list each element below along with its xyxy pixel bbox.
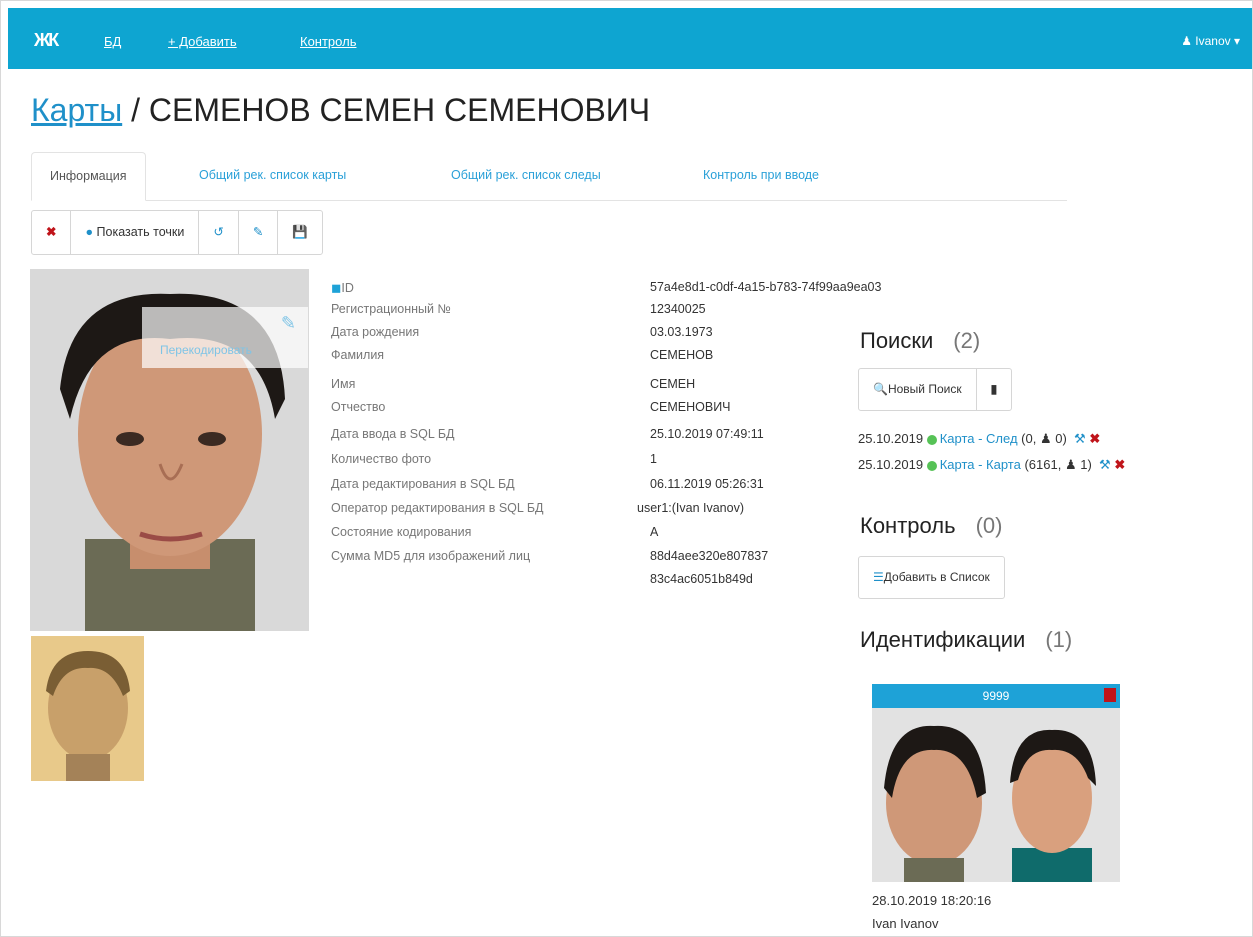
page-title: Карты / СЕМЕНОВ СЕМЕН СЕМЕНОВИЧ <box>31 92 650 129</box>
delete-search-icon[interactable]: ✖ <box>1089 431 1100 446</box>
info-label: Дата рождения <box>331 325 420 339</box>
app-logo[interactable]: ЖК <box>34 30 59 51</box>
recode-label: Перекодировать <box>160 343 252 357</box>
identifications-title: Идентификации (1) <box>860 627 1073 652</box>
info-value: СЕМЕНОВИЧ <box>650 400 731 414</box>
info-value: 1 <box>650 452 657 466</box>
search-match-count: 0) <box>1055 431 1067 446</box>
nav-control-link[interactable]: Контроль <box>300 34 356 49</box>
recode-button[interactable]: ✎ Перекодировать <box>142 307 308 368</box>
card-toolbar: ✖ ● Показать точки ↺ ✎ 💾 <box>31 210 323 255</box>
info-label: Дата редактирования в SQL БД <box>331 477 515 491</box>
info-value: 12340025 <box>650 302 706 316</box>
searches-title: Поиски (2) <box>860 328 981 353</box>
status-dot-icon <box>926 460 937 471</box>
tab-input-control[interactable]: Контроль при вводе <box>685 152 837 199</box>
edit-button[interactable]: ✎ <box>239 211 279 254</box>
new-search-button[interactable]: 🔍Новый Поиск <box>859 369 977 410</box>
info-label: Дата ввода в SQL БД <box>331 427 455 441</box>
search-match-count: 1) <box>1080 457 1092 472</box>
control-title: Контроль (0) <box>860 513 1003 538</box>
save-button[interactable]: 💾 <box>278 211 322 254</box>
identification-card[interactable]: 9999 <box>872 684 1120 882</box>
shield-icon: ◼ <box>331 281 342 295</box>
search-row: 25.10.2019 Карта - Карта (6161, ♟ 1) ⚒ ✖ <box>858 457 1125 473</box>
info-label: Отчество <box>331 400 386 414</box>
identification-faces <box>872 708 1120 882</box>
identification-date: 28.10.2019 18:20:16 <box>872 893 992 908</box>
info-value: 25.10.2019 07:49:11 <box>650 427 764 441</box>
info-label: Сумма MD5 для изображений лиц <box>331 549 531 563</box>
close-icon[interactable] <box>1104 688 1116 702</box>
history-button[interactable]: ↺ <box>199 211 239 254</box>
new-search-label: Новый Поиск <box>887 382 962 396</box>
show-points-button[interactable]: ● Показать точки <box>71 211 200 254</box>
tab-information[interactable]: Информация <box>31 152 146 201</box>
users-icon: ♟ <box>1039 431 1052 446</box>
info-value: user1:(Ivan Ivanov) <box>637 501 744 515</box>
eraser-button[interactable]: ▮ <box>977 369 1012 410</box>
add-to-list-label: Добавить в Список <box>883 570 990 584</box>
search-date: 25.10.2019 <box>858 457 924 472</box>
control-btn-group: ☰Добавить в Список <box>858 556 1005 599</box>
info-value: 88d4aee320e807837 <box>650 549 769 563</box>
search-count: (0, <box>1021 431 1037 446</box>
info-value: 06.11.2019 05:26:31 <box>650 477 764 491</box>
show-points-label: Показать точки <box>96 225 185 239</box>
person-name: / СЕМЕНОВ СЕМЕН СЕМЕНОВИЧ <box>131 92 651 128</box>
search-date: 25.10.2019 <box>858 431 924 446</box>
identification-header: 9999 <box>872 684 1120 708</box>
info-value: СЕМЕНОВ <box>650 348 714 362</box>
status-dot-icon <box>926 434 937 445</box>
top-navbar: ЖК БД + Добавить Контроль ♟ Ivanov ▾ <box>8 8 1252 69</box>
tab-bar: Информация Общий рек. список карты Общий… <box>31 152 1067 201</box>
users-icon: ♟ <box>1064 457 1077 472</box>
info-label: Количество фото <box>331 452 432 466</box>
tab-rec-cards[interactable]: Общий рек. список карты <box>181 152 364 199</box>
breadcrumb-cards-link[interactable]: Карты <box>31 92 122 128</box>
delete-button[interactable]: ✖ <box>32 211 72 254</box>
pencil-icon: ✎ <box>280 313 296 333</box>
wrench-icon[interactable]: ⚒ <box>1074 431 1086 446</box>
info-label: Оператор редактирования в SQL БД <box>331 501 544 515</box>
searches-btn-group: 🔍Новый Поиск ▮ <box>858 368 1013 411</box>
list-icon: ☰ <box>873 570 884 584</box>
info-value: 83c4ac6051b849d <box>650 572 753 586</box>
info-value: СЕМЕН <box>650 377 696 391</box>
nav-db-link[interactable]: БД <box>104 34 121 49</box>
add-to-list-button[interactable]: ☰Добавить в Список <box>859 557 1004 598</box>
info-label: Имя <box>331 377 356 391</box>
match-score: 9999 <box>982 689 1010 703</box>
search-count: (6161, <box>1024 457 1062 472</box>
tab-rec-traces[interactable]: Общий рек. список следы <box>433 152 619 199</box>
info-label: Состояние кодирования <box>331 525 472 539</box>
search-row: 25.10.2019 Карта - След (0, ♟ 0) ⚒ ✖ <box>858 431 1100 447</box>
id-value: 57a4e8d1-c0df-4a15-b783-74f99aa9ea03 <box>650 280 882 294</box>
id-label: ◼ID <box>331 281 354 295</box>
search-link[interactable]: Карта - След <box>940 431 1018 446</box>
circle-icon: ● <box>85 225 94 239</box>
search-link[interactable]: Карта - Карта <box>940 457 1021 472</box>
wrench-icon[interactable]: ⚒ <box>1099 457 1111 472</box>
user-menu[interactable]: ♟ Ivanov ▾ <box>1181 34 1240 48</box>
delete-search-icon[interactable]: ✖ <box>1114 457 1125 472</box>
face-thumbnail[interactable] <box>31 636 144 781</box>
info-label: Фамилия <box>331 348 385 362</box>
info-value: A <box>650 525 659 539</box>
nav-add-link[interactable]: + Добавить <box>168 34 237 49</box>
user-name: Ivanov <box>1195 34 1231 48</box>
identification-user: Ivan Ivanov <box>872 916 939 931</box>
search-icon: 🔍 <box>873 382 888 396</box>
info-value: 03.03.1973 <box>650 325 713 339</box>
info-label: Регистрационный № <box>331 302 451 316</box>
